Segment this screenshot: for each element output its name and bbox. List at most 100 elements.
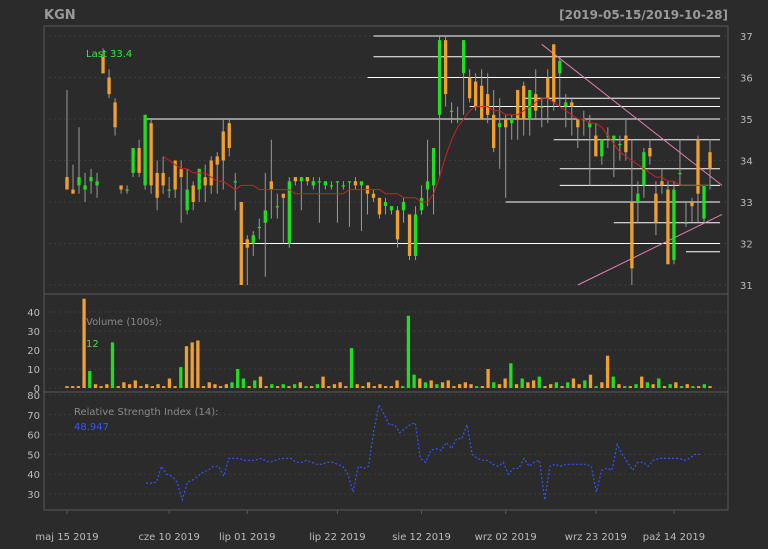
candle-body (239, 202, 243, 285)
volume-bar (110, 342, 115, 388)
candle-body (335, 181, 340, 183)
candle-body (473, 81, 478, 107)
candle-body (624, 135, 628, 153)
volume-bar (338, 382, 342, 388)
candle-body (197, 168, 201, 190)
volume-bar (492, 382, 496, 388)
volume-bar (355, 384, 359, 388)
x-tick-label: cze 10 2019 (138, 532, 199, 543)
volume-bar (702, 384, 706, 388)
price-tick-label: 37 (740, 32, 753, 43)
candle-body (125, 189, 129, 191)
candle-body (149, 123, 153, 186)
candle-body (612, 135, 616, 140)
volume-tick-label: 10 (27, 365, 40, 376)
volume-bar (395, 380, 399, 388)
rsi-tick-label: 40 (27, 470, 40, 481)
volume-bar (332, 384, 337, 388)
candle-body (323, 181, 328, 186)
volume-bar (247, 386, 251, 388)
x-tick-label: wrz 23 2019 (565, 532, 627, 543)
volume-bar (321, 376, 325, 388)
candle-body (528, 89, 532, 119)
volume-bar (201, 386, 206, 388)
volume-title: Volume (100s): (86, 317, 162, 328)
candle-body (504, 119, 508, 128)
volume-bar (93, 384, 98, 388)
candle-body (594, 135, 598, 157)
volume-tick-label: 20 (27, 346, 40, 357)
candle-body (341, 185, 346, 187)
candle-body (317, 181, 322, 183)
volume-bar (196, 340, 200, 388)
volume-bar (270, 384, 274, 388)
candle-body (377, 197, 382, 215)
volume-bar (241, 378, 246, 388)
volume-bar (674, 382, 678, 388)
candle-body (708, 152, 712, 169)
candle-body (185, 189, 189, 211)
candle-body (492, 114, 496, 149)
rsi-tick-label: 70 (27, 411, 40, 422)
x-tick-label: paź 14 2019 (643, 531, 705, 543)
candle-body (486, 94, 490, 115)
candle-body (522, 85, 526, 119)
candle-body (353, 181, 358, 186)
candle-body (281, 193, 285, 198)
candle-body (666, 189, 670, 265)
volume-bar (327, 386, 331, 388)
volume-bar (65, 386, 69, 388)
candle-body (107, 77, 111, 95)
candle-body (221, 131, 225, 161)
candle-body (558, 60, 562, 74)
candle-body (299, 177, 304, 182)
volume-bar (469, 384, 473, 388)
candle-body (191, 185, 195, 202)
volume-bar (423, 382, 428, 388)
volume-bar (440, 382, 445, 388)
candle-body (540, 106, 544, 108)
volume-bar (696, 386, 701, 388)
volume-tick-label: 40 (27, 308, 40, 319)
volume-bar (628, 386, 632, 388)
candle-body (383, 202, 388, 207)
date-range: [2019-05-15/2019-10-28] (559, 8, 728, 22)
candle-body (678, 172, 682, 175)
candle-body (269, 181, 273, 190)
price-tick-label: 36 (740, 74, 753, 85)
rsi-tick-label: 50 (27, 450, 40, 461)
volume-bar (366, 382, 371, 388)
volume-bar (218, 386, 223, 388)
volume-bar (475, 386, 479, 388)
volume-bar (281, 384, 285, 388)
candle-body (413, 214, 418, 256)
candle-body (209, 160, 213, 186)
volume-bar (594, 386, 598, 388)
volume-bar (258, 376, 263, 388)
volume-bar (401, 386, 405, 388)
candle-body (389, 206, 394, 211)
volume-bar (412, 374, 416, 388)
rsi-tick-label: 80 (27, 391, 40, 402)
candle-body (137, 148, 141, 173)
volume-bar (611, 376, 615, 388)
volume-bar (190, 342, 194, 388)
candle-body (648, 148, 652, 157)
volume-bar (691, 386, 695, 388)
candle-body (227, 123, 231, 149)
volume-bar (526, 382, 530, 388)
volume-bar (497, 384, 502, 388)
candle-body (498, 123, 502, 128)
volume-bar (310, 386, 314, 388)
candle-body (684, 222, 688, 224)
candle-body (552, 44, 556, 103)
volume-bar (292, 384, 297, 388)
price-tick-label: 32 (740, 240, 753, 251)
volume-bar (583, 380, 587, 388)
volume-bar (452, 386, 456, 388)
candle-body (419, 197, 424, 211)
volume-bar (156, 384, 160, 388)
volume-bar (230, 382, 234, 388)
last-price-label: Last 33.4 (86, 49, 132, 60)
candle-body (257, 226, 261, 229)
